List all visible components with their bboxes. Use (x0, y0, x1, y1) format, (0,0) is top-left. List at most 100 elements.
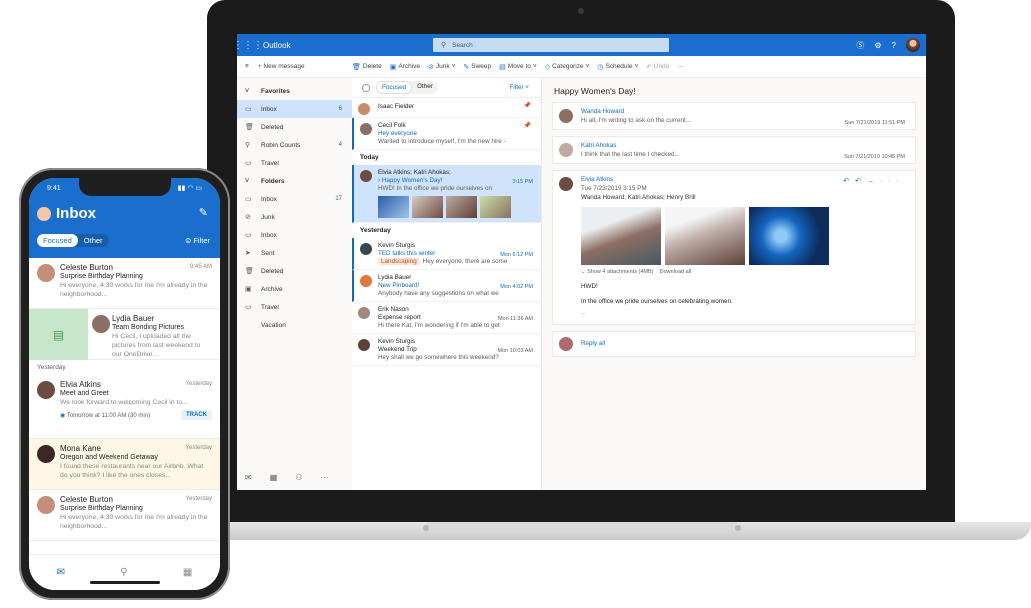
top-bar: ⋮⋮⋮ Outlook ⚲ Search Ⓢ ⚙ ? (237, 34, 926, 56)
folder-icon: 🗑 (245, 124, 254, 131)
sidebar-item-robin-counts[interactable]: ⚲ Robin Counts 4 (237, 136, 352, 154)
outlook-mobile-screen: 9:41 ▮▮ ◠ ▭ Inbox ✎ Focused Other ⊜ Filt… (29, 178, 220, 590)
pin-icon[interactable]: 📌 (524, 102, 531, 109)
sidebar-item-inbox[interactable]: ▭ Inbox 17 (237, 190, 352, 208)
move-to-button[interactable]: ▤ Move to ˅ (499, 63, 537, 71)
message-time: Mon 11:36 AM (497, 316, 533, 322)
laptop-base (207, 522, 1031, 540)
hamburger-icon[interactable]: ≡ (245, 63, 249, 70)
new-message-button[interactable]: + New message (258, 63, 305, 70)
tab-focused[interactable]: Focused (376, 81, 413, 94)
message-time: Yesterday (185, 381, 212, 387)
reply-icon[interactable]: ↶ (843, 178, 855, 185)
undo-button[interactable]: ↶ Undo (646, 63, 669, 71)
tab-focused[interactable]: Focused (37, 234, 78, 247)
message-date: Sun 7/21/2019 10:45 PM (844, 154, 905, 160)
calendar-icon[interactable]: ▦ (270, 473, 278, 482)
list-item[interactable]: Elvia Atkins Meet and Greet We look forw… (29, 375, 220, 439)
app-launcher-icon[interactable]: ⋮⋮⋮ (237, 34, 263, 56)
sidebar-item-inbox[interactable]: ▭ Inbox (237, 226, 352, 244)
list-item[interactable]: Kevin Sturgis Weekend Trip Hey shall we … (352, 334, 541, 366)
reply-all-icon[interactable]: ↶ (855, 178, 867, 185)
sidebar-item-sent[interactable]: ➤ Sent (237, 244, 352, 262)
track-button[interactable]: TRACK (181, 410, 212, 420)
list-item[interactable]: Kevin Sturgis TED talks this winter Land… (352, 238, 541, 270)
gear-icon[interactable]: ⚙ (874, 41, 881, 50)
more-icon[interactable]: ··· (880, 178, 905, 185)
junk-button[interactable]: ⊘ Junk ˅ (428, 63, 455, 71)
sidebar-item-label: Travel (261, 159, 279, 167)
help-icon[interactable]: ? (892, 41, 896, 50)
unread-count: 4 (338, 142, 342, 148)
collapsed-message[interactable]: Wanda Howard Hi all, I'm writing to ask … (552, 102, 916, 130)
list-item[interactable]: Celeste Burton Surprise Birthday Plannin… (29, 258, 220, 309)
profile-avatar[interactable] (906, 38, 920, 52)
sidebar-item-junk[interactable]: ⊘ Junk (237, 208, 352, 226)
photo-attachment[interactable] (665, 207, 745, 265)
select-all-checkbox[interactable] (362, 83, 370, 92)
message-preview: We look forward to welcoming Cecil in to… (60, 399, 188, 406)
archive-icon[interactable]: ▤ (29, 309, 88, 360)
filter-button[interactable]: ⊜ Filter (185, 236, 210, 245)
sweep-button[interactable]: ✎ Sweep (463, 63, 491, 71)
list-item[interactable]: Lydia Bauer New Pinboard! Anybody have a… (352, 270, 541, 302)
calendar-icon[interactable]: ▦ (183, 567, 192, 578)
thumbnail[interactable] (446, 196, 477, 218)
more-apps-icon[interactable]: ··· (320, 473, 328, 482)
sidebar-item-travel[interactable]: ▭ Travel (237, 298, 352, 316)
people-icon[interactable]: ⚇ (295, 473, 302, 482)
list-item[interactable]: Celeste Burton Surprise Birthday Plannin… (29, 490, 220, 541)
list-item[interactable]: Cecil Folk Hey everyone Wanted to introd… (352, 118, 541, 150)
thumbnail[interactable] (378, 196, 409, 218)
forward-icon[interactable]: → (867, 178, 880, 185)
message-body: In the office we pride ourselves on cele… (581, 298, 733, 305)
sidebar-item-deleted[interactable]: 🗑 Deleted (237, 262, 352, 280)
attachments-toggle[interactable]: ⌄ Show 4 attachments (4MB) (581, 269, 653, 275)
sidebar-item-vacation[interactable]: Vacation (237, 316, 352, 334)
archive-button[interactable]: ▣ Archive (390, 63, 420, 71)
categorize-button[interactable]: ◇ Categorize ˅ (545, 63, 590, 71)
search-icon[interactable]: ⚲ (120, 567, 127, 578)
sidebar-item-inbox[interactable]: ▭ Inbox 6 (237, 100, 352, 118)
filter-label: Filter (193, 236, 210, 245)
list-item[interactable]: Isaac Fielder 📌 (352, 98, 541, 118)
show-more[interactable]: ... (581, 309, 907, 316)
message-subject: Oregon and Weekend Getaway (60, 454, 158, 461)
sidebar-item-travel[interactable]: ▭ Travel (237, 154, 352, 172)
mail-icon[interactable]: ✉ (245, 473, 252, 482)
photo-attachment[interactable] (581, 207, 661, 265)
avatar[interactable] (37, 206, 51, 221)
conversation-title: Happy Women's Day! (554, 86, 636, 96)
sidebar-item-deleted[interactable]: 🗑 Deleted (237, 118, 352, 136)
schedule-button[interactable]: ◷ Schedule ˅ (597, 63, 638, 71)
sidebar-item-archive[interactable]: ▣ Archive (237, 280, 352, 298)
thumbnail[interactable] (480, 196, 511, 218)
tab-other[interactable]: Other (412, 81, 438, 94)
mail-icon[interactable]: ✉ (57, 567, 65, 578)
new-message-label: New message (263, 63, 305, 70)
expand-icon[interactable]: › (378, 177, 380, 184)
sender-name: Wanda Howard (581, 108, 625, 115)
filter-button[interactable]: Filter ˅ (510, 84, 529, 91)
photo-attachment[interactable] (749, 207, 829, 265)
mobile-header: 9:41 ▮▮ ◠ ▭ Inbox ✎ Focused Other ⊜ Filt… (29, 178, 220, 258)
skype-icon[interactable]: Ⓢ (856, 40, 864, 51)
list-item-swiped[interactable]: ▤ Lydia Bauer Team Bonding Pictures Hi C… (29, 309, 220, 360)
list-item[interactable]: Erik Nason Expense report Hi there Kat, … (352, 302, 541, 334)
list-item-selected[interactable]: Elvia Atkins; Katri Ahokas; › Happy Wome… (352, 165, 541, 223)
thumbnail[interactable] (412, 196, 443, 218)
download-all-link[interactable]: Download all (660, 269, 692, 275)
reply-all-bar[interactable]: Reply all (552, 331, 916, 357)
sidebar-item-folders[interactable]: ˅ Folders (237, 172, 352, 190)
collapsed-message[interactable]: Katri Ahokas I think that the last time … (552, 136, 916, 164)
pin-icon[interactable]: 📌 (524, 122, 531, 129)
sidebar-item-favorites[interactable]: ˅ Favorites (237, 82, 352, 100)
search-box[interactable]: ⚲ Search (433, 38, 669, 52)
schedule-label: Schedule (605, 63, 633, 70)
compose-icon[interactable]: ✎ (199, 206, 208, 219)
tab-other[interactable]: Other (78, 234, 109, 247)
list-item[interactable]: Mona Kane Oregon and Weekend Getaway I f… (29, 439, 220, 490)
delete-button[interactable]: 🗑 Delete (352, 63, 382, 71)
reply-all-button[interactable]: Reply all (581, 340, 605, 347)
more-icon[interactable]: ··· (677, 63, 684, 70)
